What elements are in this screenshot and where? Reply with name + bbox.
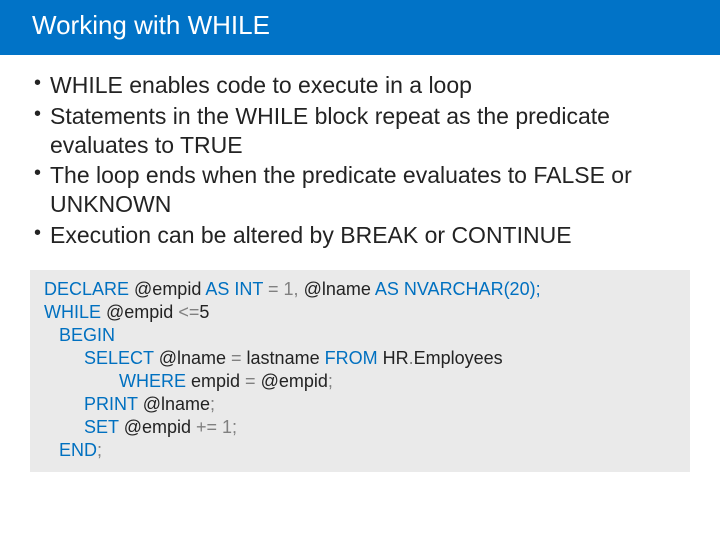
code-token: = (263, 279, 284, 299)
code-token: += (196, 417, 217, 437)
code-token: SELECT (44, 348, 154, 368)
code-token: Employees (414, 348, 503, 368)
bullet-item: Statements in the WHILE block repeat as … (34, 102, 690, 160)
code-token: ; (97, 440, 102, 460)
code-token: AS INT (205, 279, 263, 299)
bullet-list: WHILE enables code to execute in a loop … (34, 71, 690, 250)
code-token: PRINT (44, 394, 138, 414)
code-token: ; (210, 394, 215, 414)
code-token: HR (378, 348, 409, 368)
code-token: = (231, 348, 242, 368)
code-token: @empid (129, 279, 205, 299)
code-token: @lname (138, 394, 210, 414)
code-token: 1, (284, 279, 299, 299)
code-token: DECLARE (44, 279, 129, 299)
code-token: AS NVARCHAR(20); (375, 279, 541, 299)
content-area: WHILE enables code to execute in a loop … (0, 55, 720, 262)
code-token: 5 (199, 302, 209, 322)
bullet-item: The loop ends when the predicate evaluat… (34, 161, 690, 219)
code-token: @empid (101, 302, 178, 322)
code-block: DECLARE @empid AS INT = 1, @lname AS NVA… (30, 270, 690, 472)
code-token: = (245, 371, 256, 391)
bullet-item: Execution can be altered by BREAK or CON… (34, 221, 690, 250)
code-token: @lname (299, 279, 375, 299)
code-token: lastname (242, 348, 325, 368)
code-token: END (44, 440, 97, 460)
slide: Working with WHILE WHILE enables code to… (0, 0, 720, 540)
code-token: WHILE (44, 302, 101, 322)
code-token: BEGIN (44, 325, 115, 345)
bullet-item: WHILE enables code to execute in a loop (34, 71, 690, 100)
code-token: FROM (325, 348, 378, 368)
code-token: @empid (256, 371, 328, 391)
code-token: ; (328, 371, 333, 391)
code-token: 1; (217, 417, 237, 437)
code-token: empid (186, 371, 245, 391)
code-token: <= (178, 302, 199, 322)
code-token: @empid (119, 417, 196, 437)
code-token: @lname (154, 348, 231, 368)
slide-title: Working with WHILE (0, 0, 720, 55)
code-token: SET (44, 417, 119, 437)
code-token: WHERE (44, 371, 186, 391)
